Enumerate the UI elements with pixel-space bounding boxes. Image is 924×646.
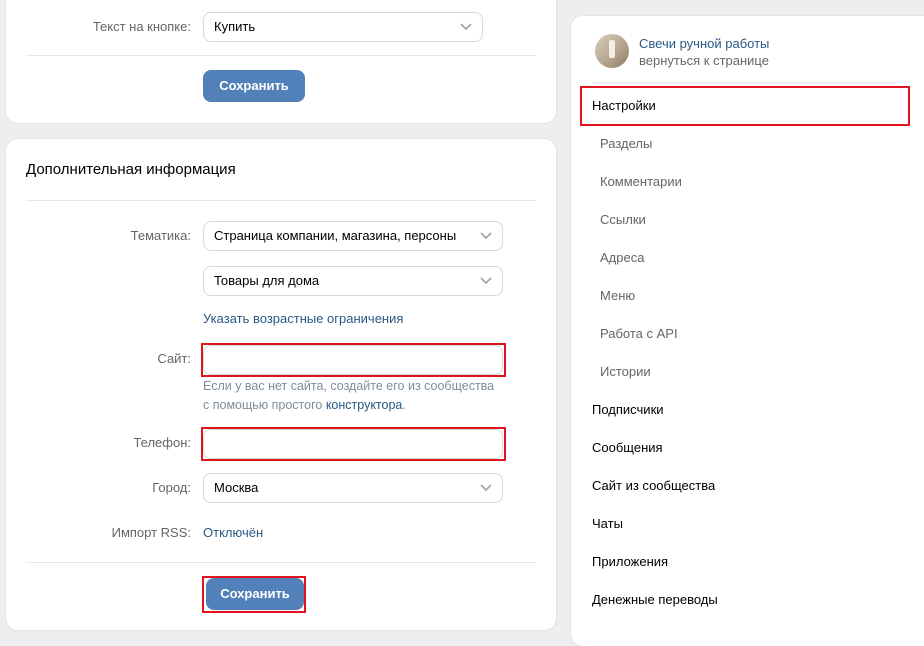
avatar[interactable]	[595, 34, 629, 68]
city-select[interactable]: Москва	[203, 473, 503, 503]
divider	[591, 82, 897, 83]
button-text-value: Купить	[214, 19, 256, 34]
topic-select[interactable]: Страница компании, магазина, персоны	[203, 221, 503, 251]
community-name-link[interactable]: Свечи ручной работы	[639, 36, 769, 51]
city-value: Москва	[214, 480, 259, 495]
sidebar-item-subscribers[interactable]: Подписчики	[592, 402, 664, 417]
sidebar-item-money-transfers[interactable]: Денежные переводы	[592, 592, 718, 607]
highlight-phone	[201, 427, 506, 461]
topic-label: Тематика:	[130, 228, 191, 243]
back-to-page-link[interactable]: вернуться к странице	[639, 53, 769, 68]
save-button-top[interactable]: Сохранить	[203, 70, 305, 102]
sidebar-item-api[interactable]: Работа с API	[600, 326, 678, 341]
sidebar-item-sections[interactable]: Разделы	[600, 136, 652, 151]
constructor-link[interactable]: конструктора	[326, 398, 403, 412]
divider	[26, 562, 536, 563]
topic-value: Страница компании, магазина, персоны	[214, 228, 457, 243]
chevron-down-icon	[480, 484, 492, 492]
highlight-site	[201, 343, 506, 377]
highlight-save	[202, 576, 306, 613]
button-text-label: Текст на кнопке:	[92, 19, 191, 34]
sidebar-item-comments[interactable]: Комментарии	[600, 174, 682, 189]
sidebar-item-messages[interactable]: Сообщения	[592, 440, 663, 455]
divider	[26, 55, 536, 56]
section-title: Дополнительная информация	[26, 161, 236, 178]
site-hint-dot: .	[402, 398, 406, 412]
sidebar-item-menu[interactable]: Меню	[600, 288, 635, 303]
rss-toggle-link[interactable]: Отключён	[203, 525, 263, 540]
divider	[26, 200, 536, 201]
sidebar-item-stories[interactable]: Истории	[600, 364, 651, 379]
sidebar-item-chats[interactable]: Чаты	[592, 516, 623, 531]
chevron-down-icon	[480, 277, 492, 285]
age-limit-link[interactable]: Указать возрастные ограничения	[203, 311, 403, 326]
city-label: Город:	[152, 480, 191, 495]
chevron-down-icon	[460, 23, 472, 31]
rss-label: Импорт RSS:	[111, 525, 191, 540]
site-label: Сайт:	[157, 351, 191, 366]
site-hint-line1: Если у вас нет сайта, создайте его из со…	[203, 379, 495, 393]
subtopic-value: Товары для дома	[214, 273, 320, 288]
phone-label: Телефон:	[133, 435, 191, 450]
button-text-select[interactable]: Купить	[203, 12, 483, 42]
sidebar-item-community-site[interactable]: Сайт из сообщества	[592, 478, 715, 493]
sidebar-item-settings[interactable]: Настройки	[592, 98, 656, 113]
site-hint-line2: с помощью простого конструктора.	[203, 396, 523, 415]
sidebar-item-apps[interactable]: Приложения	[592, 554, 668, 569]
site-hint-text: с помощью простого	[203, 398, 326, 412]
subtopic-select[interactable]: Товары для дома	[203, 266, 503, 296]
chevron-down-icon	[480, 232, 492, 240]
sidebar-item-links[interactable]: Ссылки	[600, 212, 646, 227]
site-hint: Если у вас нет сайта, создайте его из со…	[203, 377, 523, 415]
candle-icon	[609, 40, 615, 58]
sidebar-item-addresses[interactable]: Адреса	[600, 250, 644, 265]
